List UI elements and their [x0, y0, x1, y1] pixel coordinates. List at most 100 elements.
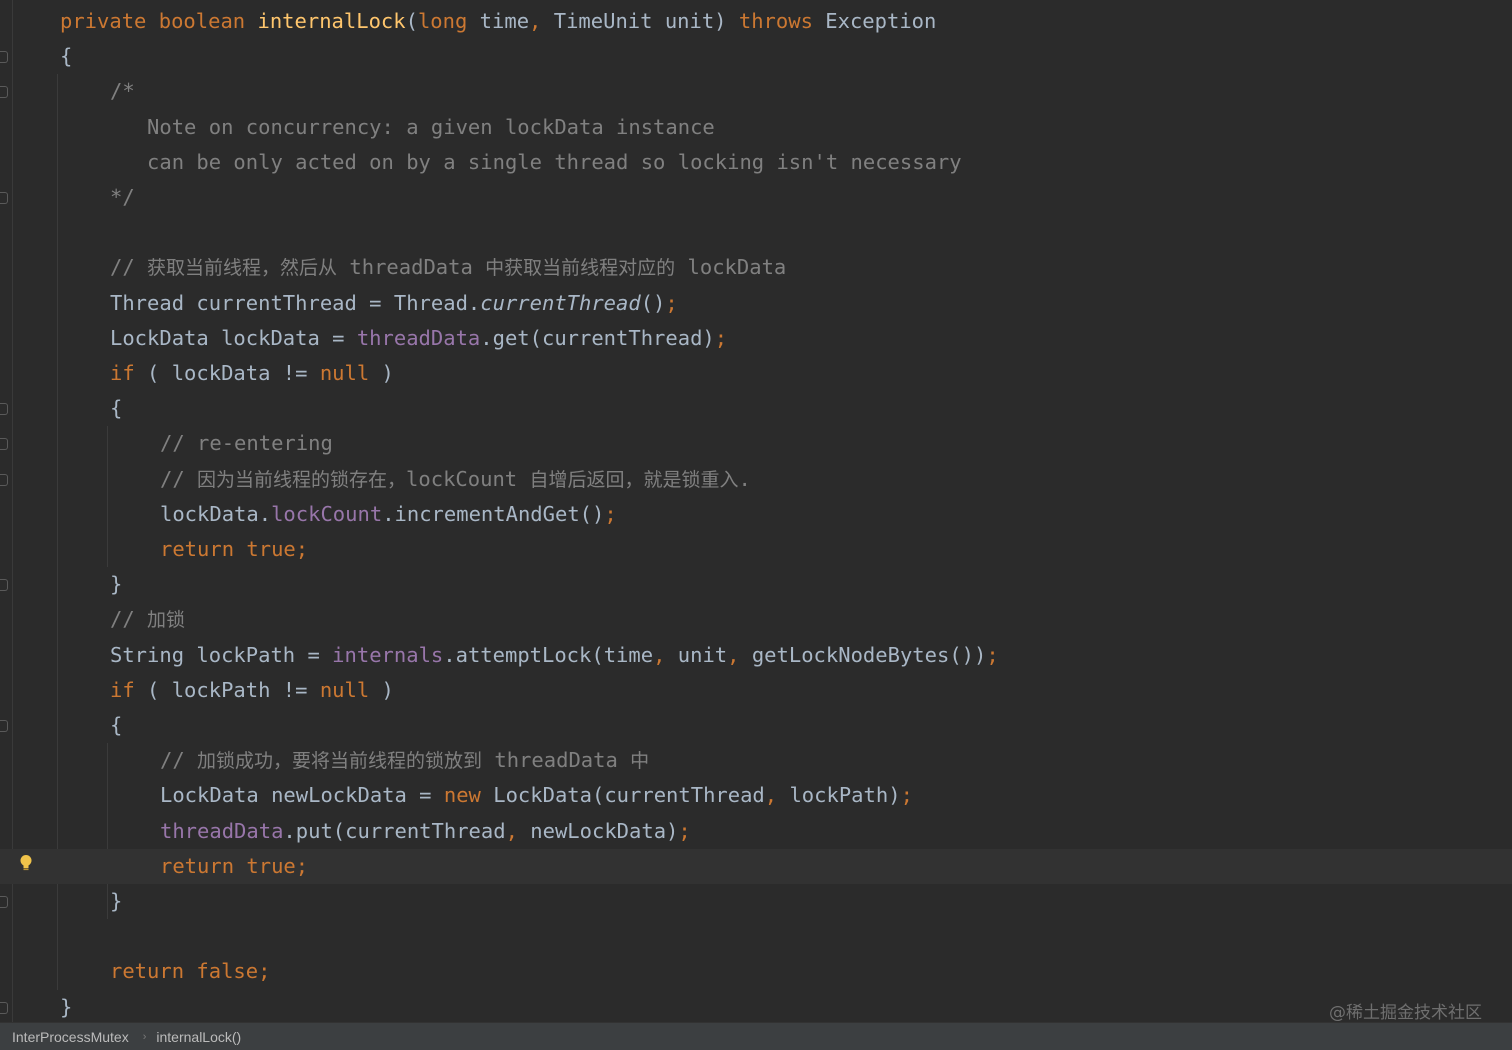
code-token: 自增后返回，就是锁重入 — [529, 468, 739, 491]
code-token: newLockData) — [530, 818, 679, 843]
code-token: .incrementAndGet() — [382, 501, 605, 526]
code-token: // — [160, 466, 198, 491]
code-token: threadData — [160, 818, 284, 843]
code-line-content: /* — [110, 74, 135, 109]
code-token: /* — [110, 79, 135, 104]
code-line[interactable]: return false; — [0, 954, 1512, 989]
code-line-content: LockData newLockData = new LockData(curr… — [160, 778, 913, 813]
code-line[interactable]: LockData newLockData = new LockData(curr… — [0, 778, 1512, 813]
code-token: LockData(currentThread — [493, 783, 765, 808]
code-token: Thread currentThread = Thread. — [110, 290, 481, 315]
code-token: } — [110, 889, 123, 913]
code-token: lockData. — [160, 501, 272, 526]
code-token: // — [160, 748, 198, 773]
code-token: return — [160, 853, 247, 878]
code-token: 中获取当前线程对应的 — [485, 257, 676, 280]
code-line-content: private boolean internalLock(long time, … — [60, 4, 936, 39]
code-line-content: // 因为当前线程的锁存在，lockCount 自增后返回，就是锁重入. — [160, 462, 751, 498]
code-token: boolean — [158, 9, 258, 33]
code-token: 中 — [630, 750, 650, 773]
code-editor[interactable]: private boolean internalLock(long time, … — [0, 0, 1512, 1022]
code-token: . — [738, 466, 751, 491]
code-token: ( lockPath != — [147, 677, 320, 702]
code-line[interactable]: Note on concurrency: a given lockData in… — [0, 110, 1512, 145]
code-token: getLockNodeBytes()) — [751, 642, 987, 667]
code-line-current[interactable]: return true; — [0, 848, 1512, 884]
code-line[interactable]: Thread currentThread = Thread.currentThr… — [0, 286, 1512, 321]
code-line-content: if ( lockPath != null ) — [110, 673, 394, 708]
code-token: .put(currentThread — [283, 818, 506, 843]
code-token: ) — [381, 361, 394, 385]
code-line-content: // re-entering — [160, 426, 333, 461]
code-token: String lockPath = — [110, 642, 333, 667]
code-line[interactable]: /* — [0, 74, 1512, 109]
code-line[interactable]: { — [0, 708, 1512, 743]
code-line[interactable]: if ( lockData != null ) — [0, 356, 1512, 391]
code-line[interactable]: threadData.put(currentThread, newLockDat… — [0, 814, 1512, 849]
code-token: ( lockData != — [147, 361, 320, 385]
code-token: */ — [110, 185, 135, 209]
code-line[interactable]: // 加锁 — [0, 602, 1512, 637]
code-token: lockCount — [406, 466, 530, 491]
code-token: 因为当前线程的锁存在， — [197, 468, 407, 491]
code-token: { — [60, 44, 73, 69]
code-line-content: if ( lockData != null ) — [110, 356, 394, 391]
code-token: } — [110, 572, 123, 597]
code-line[interactable]: LockData lockData = threadData.get(curre… — [0, 321, 1512, 356]
code-line[interactable]: // re-entering — [0, 426, 1512, 461]
code-token: LockData lockData = — [110, 325, 357, 350]
code-line-content: // 获取当前线程，然后从 threadData 中获取当前线程对应的 lock… — [110, 250, 786, 286]
code-token: 加锁成功，要将当前线程的锁放到 — [197, 750, 483, 773]
code-line[interactable]: if ( lockPath != null ) — [0, 673, 1512, 708]
watermark: @稀土掘金技术社区 — [1329, 1003, 1482, 1022]
code-line[interactable]: } — [0, 990, 1512, 1022]
code-token: return — [160, 537, 247, 561]
code-line[interactable]: } — [0, 884, 1512, 919]
code-token: , — [764, 783, 790, 808]
code-token: .attemptLock(time — [443, 642, 654, 667]
code-line-content: { — [110, 391, 122, 426]
code-line[interactable]: */ — [0, 180, 1512, 215]
code-token: ; — [986, 642, 999, 667]
code-token: ; — [714, 325, 728, 350]
code-line[interactable]: can be only acted on by a single thread … — [0, 145, 1512, 180]
code-token: lockCount — [271, 501, 383, 526]
code-token: private — [60, 9, 159, 33]
chevron-right-icon: › — [142, 1030, 147, 1043]
code-token: threadData — [337, 255, 486, 280]
code-line[interactable]: private boolean internalLock(long time, … — [0, 4, 1512, 39]
code-token: ; — [678, 818, 691, 843]
code-token: , — [727, 642, 752, 667]
code-line-content: // 加锁 — [110, 602, 185, 638]
code-line[interactable]: { — [0, 391, 1512, 426]
code-token: // — [110, 607, 148, 632]
code-token: throws — [738, 9, 826, 33]
code-token: null — [319, 677, 382, 702]
code-line[interactable]: // 获取当前线程，然后从 threadData 中获取当前线程对应的 lock… — [0, 250, 1512, 285]
code-line-content: } — [60, 990, 72, 1022]
code-line[interactable]: String lockPath = internals.attemptLock(… — [0, 638, 1512, 673]
lightbulb-icon[interactable] — [19, 854, 33, 872]
code-line[interactable]: return true; — [0, 532, 1512, 567]
code-token: { — [110, 713, 123, 737]
code-line-content: lockData.lockCount.incrementAndGet(); — [160, 497, 617, 532]
code-token: can be only acted on by a single thread … — [110, 149, 962, 174]
code-line[interactable] — [0, 215, 1512, 250]
code-line[interactable] — [0, 919, 1512, 954]
code-token: ; — [604, 501, 617, 526]
breadcrumb-class[interactable]: InterProcessMutex — [12, 1029, 129, 1045]
code-token: ; — [900, 783, 913, 808]
code-token: , — [653, 642, 678, 667]
code-line-content: */ — [110, 180, 135, 215]
code-line[interactable]: // 因为当前线程的锁存在，lockCount 自增后返回，就是锁重入. — [0, 462, 1512, 497]
code-token: TimeUnit unit) — [553, 9, 739, 33]
code-line-content: return true; — [160, 849, 308, 884]
code-token: time — [479, 9, 530, 33]
code-line[interactable]: { — [0, 39, 1512, 74]
code-token: // re-entering — [160, 431, 333, 456]
code-line[interactable]: } — [0, 567, 1512, 602]
code-line[interactable]: // 加锁成功，要将当前线程的锁放到 threadData 中 — [0, 743, 1512, 778]
code-token: } — [60, 994, 73, 1019]
breadcrumb-method[interactable]: internalLock() — [156, 1029, 241, 1045]
code-line[interactable]: lockData.lockCount.incrementAndGet(); — [0, 497, 1512, 532]
